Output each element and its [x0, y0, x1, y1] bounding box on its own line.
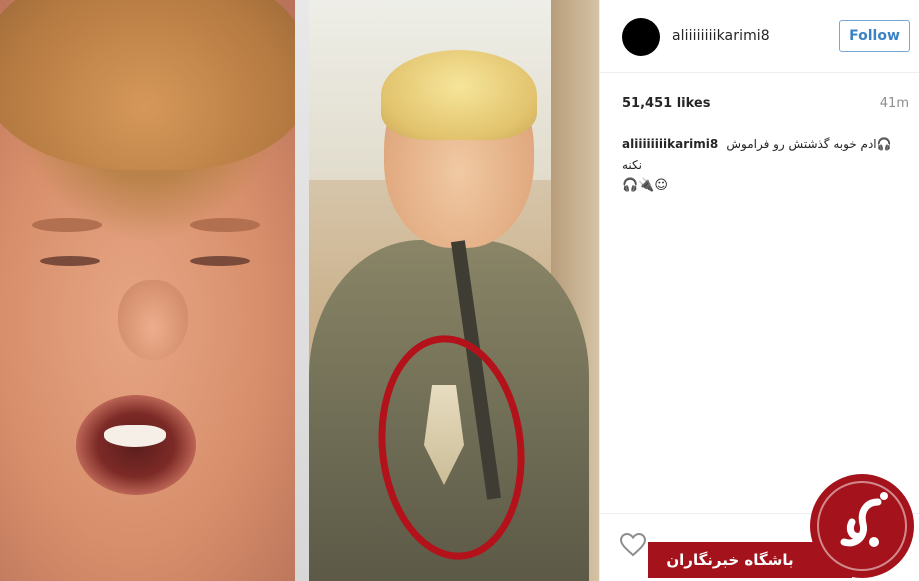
username-link[interactable]: aliiiiiiiikarimi8: [672, 28, 770, 44]
jj-logo-icon: [810, 474, 914, 578]
image-divider: [295, 0, 309, 581]
instagram-post: aliiiiiiiikarimi8 Follow 51,451 likes 41…: [0, 0, 919, 581]
caption-emoji: 🎧🔌☺: [622, 178, 668, 193]
avatar[interactable]: [622, 18, 660, 56]
post-timestamp[interactable]: 41m: [880, 96, 909, 111]
post-caption: aliiiiiiiikarimi8 🎧ادم خوبه گذشتش رو فرا…: [622, 134, 912, 196]
post-image[interactable]: [0, 0, 599, 581]
likes-count[interactable]: 51,451 likes: [622, 96, 710, 111]
caption-username[interactable]: aliiiiiiiikarimi8: [622, 137, 718, 151]
follow-button[interactable]: Follow: [839, 20, 910, 52]
post-header: aliiiiiiiikarimi8 Follow: [600, 0, 919, 73]
image-left-face: [0, 0, 295, 581]
image-right-child-photo: [309, 0, 599, 581]
heart-icon[interactable]: [620, 533, 646, 557]
